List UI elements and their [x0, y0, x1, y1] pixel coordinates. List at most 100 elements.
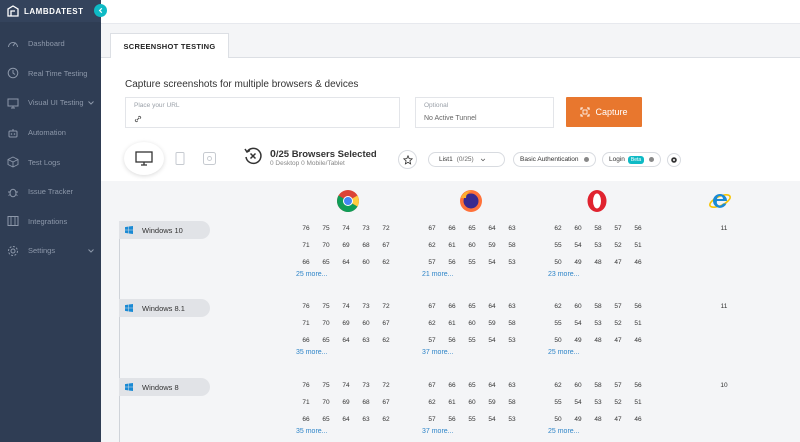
- sidebar-item-settings[interactable]: Settings: [0, 236, 101, 266]
- version-option[interactable]: 65: [462, 225, 482, 232]
- version-option[interactable]: 60: [356, 259, 376, 266]
- version-option[interactable]: 55: [462, 416, 482, 423]
- version-option[interactable]: 47: [608, 337, 628, 344]
- logo[interactable]: LAMBDATEST: [0, 0, 101, 22]
- sidebar-item-dashboard[interactable]: Dashboard: [0, 29, 101, 59]
- version-option[interactable]: 60: [462, 242, 482, 249]
- version-option[interactable]: 62: [376, 416, 396, 423]
- version-option[interactable]: 68: [356, 399, 376, 406]
- tab-screenshot-testing[interactable]: SCREENSHOT TESTING: [110, 33, 229, 59]
- more-versions-link[interactable]: 37 more...: [422, 349, 522, 356]
- firefox-icon[interactable]: [459, 189, 483, 213]
- reset-selection-icon[interactable]: [243, 146, 263, 166]
- settings-button[interactable]: [667, 153, 681, 167]
- version-option[interactable]: 66: [296, 259, 316, 266]
- sidebar-item-issue-tracker[interactable]: Issue Tracker: [0, 177, 101, 207]
- version-option[interactable]: 72: [376, 303, 396, 310]
- version-option[interactable]: 46: [628, 416, 648, 423]
- version-option[interactable]: 57: [422, 337, 442, 344]
- more-versions-link[interactable]: 23 more...: [548, 271, 648, 278]
- version-option[interactable]: 54: [568, 320, 588, 327]
- ie-version-option[interactable]: 10: [714, 382, 734, 389]
- version-option[interactable]: 67: [422, 225, 442, 232]
- version-option[interactable]: 64: [336, 337, 356, 344]
- version-option[interactable]: 55: [548, 320, 568, 327]
- version-option[interactable]: 62: [376, 259, 396, 266]
- version-option[interactable]: 50: [548, 259, 568, 266]
- version-option[interactable]: 47: [608, 259, 628, 266]
- ie-version-option[interactable]: 11: [714, 303, 734, 310]
- tablet-icon[interactable]: [203, 152, 216, 165]
- version-option[interactable]: 73: [356, 303, 376, 310]
- version-option[interactable]: 70: [316, 320, 336, 327]
- version-option[interactable]: 72: [376, 382, 396, 389]
- more-versions-link[interactable]: 25 more...: [548, 349, 648, 356]
- sidebar-collapse-button[interactable]: [94, 4, 107, 17]
- version-option[interactable]: 59: [482, 242, 502, 249]
- version-option[interactable]: 52: [608, 242, 628, 249]
- version-option[interactable]: 73: [356, 225, 376, 232]
- opera-icon[interactable]: [585, 189, 609, 213]
- more-versions-link[interactable]: 37 more...: [422, 428, 522, 435]
- version-option[interactable]: 60: [568, 303, 588, 310]
- version-option[interactable]: 64: [336, 259, 356, 266]
- more-versions-link[interactable]: 35 more...: [296, 428, 396, 435]
- version-option[interactable]: 66: [296, 337, 316, 344]
- version-option[interactable]: 65: [462, 303, 482, 310]
- version-option[interactable]: 72: [376, 225, 396, 232]
- version-option[interactable]: 61: [442, 242, 462, 249]
- version-option[interactable]: 71: [296, 399, 316, 406]
- version-option[interactable]: 67: [376, 399, 396, 406]
- version-option[interactable]: 56: [628, 382, 648, 389]
- version-option[interactable]: 52: [608, 399, 628, 406]
- version-option[interactable]: 49: [568, 259, 588, 266]
- version-option[interactable]: 69: [336, 399, 356, 406]
- version-option[interactable]: 75: [316, 225, 336, 232]
- version-option[interactable]: 61: [442, 320, 462, 327]
- sidebar-item-real-time-testing[interactable]: Real Time Testing: [0, 59, 101, 89]
- version-option[interactable]: 60: [462, 320, 482, 327]
- version-option[interactable]: 55: [462, 259, 482, 266]
- version-option[interactable]: 65: [462, 382, 482, 389]
- capture-button[interactable]: Capture: [566, 97, 642, 127]
- version-option[interactable]: 69: [336, 242, 356, 249]
- version-option[interactable]: 58: [588, 303, 608, 310]
- version-option[interactable]: 74: [336, 382, 356, 389]
- version-option[interactable]: 62: [548, 225, 568, 232]
- sidebar-item-automation[interactable]: Automation: [0, 118, 101, 148]
- version-option[interactable]: 62: [548, 382, 568, 389]
- favorite-button[interactable]: [398, 150, 417, 169]
- version-option[interactable]: 64: [482, 382, 502, 389]
- version-option[interactable]: 50: [548, 337, 568, 344]
- version-option[interactable]: 57: [422, 416, 442, 423]
- version-option[interactable]: 48: [588, 416, 608, 423]
- version-option[interactable]: 53: [502, 416, 522, 423]
- version-option[interactable]: 55: [548, 242, 568, 249]
- version-option[interactable]: 49: [568, 337, 588, 344]
- version-option[interactable]: 66: [442, 303, 462, 310]
- sidebar-item-visual-ui-testing[interactable]: Visual UI Testing: [0, 88, 101, 118]
- os-row-label[interactable]: Windows 8: [119, 378, 210, 396]
- version-option[interactable]: 54: [482, 337, 502, 344]
- version-option[interactable]: 64: [482, 225, 502, 232]
- version-option[interactable]: 76: [296, 382, 316, 389]
- version-option[interactable]: 56: [628, 225, 648, 232]
- version-option[interactable]: 56: [628, 303, 648, 310]
- version-option[interactable]: 63: [502, 303, 522, 310]
- version-option[interactable]: 57: [608, 382, 628, 389]
- version-option[interactable]: 76: [296, 303, 316, 310]
- version-option[interactable]: 58: [502, 399, 522, 406]
- version-option[interactable]: 74: [336, 225, 356, 232]
- version-option[interactable]: 64: [336, 416, 356, 423]
- version-option[interactable]: 65: [316, 416, 336, 423]
- os-row-label[interactable]: Windows 10: [119, 221, 210, 239]
- version-option[interactable]: 58: [588, 382, 608, 389]
- version-option[interactable]: 63: [502, 225, 522, 232]
- version-option[interactable]: 56: [442, 337, 462, 344]
- version-option[interactable]: 57: [608, 225, 628, 232]
- version-option[interactable]: 58: [502, 320, 522, 327]
- version-option[interactable]: 62: [422, 320, 442, 327]
- version-option[interactable]: 55: [462, 337, 482, 344]
- version-option[interactable]: 55: [548, 399, 568, 406]
- version-option[interactable]: 53: [588, 242, 608, 249]
